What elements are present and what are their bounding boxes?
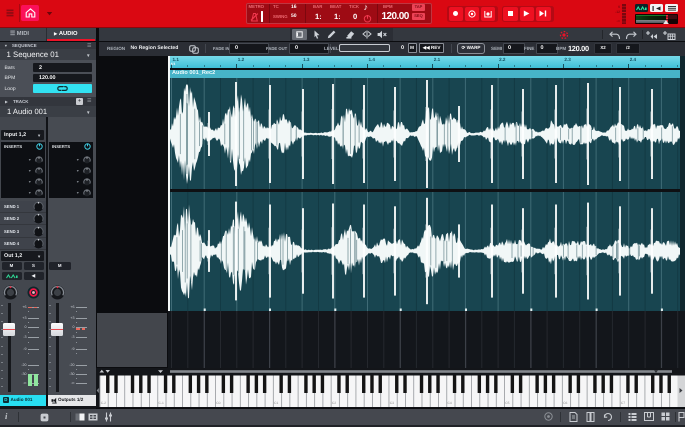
svg-text:C5: C5	[505, 401, 509, 405]
svg-text:C6: C6	[563, 401, 567, 405]
svg-text:C2: C2	[332, 401, 336, 405]
svg-text:C-2: C-2	[101, 401, 106, 405]
svg-text:C0: C0	[216, 401, 220, 405]
svg-text:C7: C7	[621, 401, 625, 405]
svg-text:C4: C4	[448, 401, 452, 405]
svg-text:C3: C3	[390, 401, 394, 405]
svg-text:C1: C1	[274, 401, 278, 405]
svg-text:C-1: C-1	[159, 401, 164, 405]
